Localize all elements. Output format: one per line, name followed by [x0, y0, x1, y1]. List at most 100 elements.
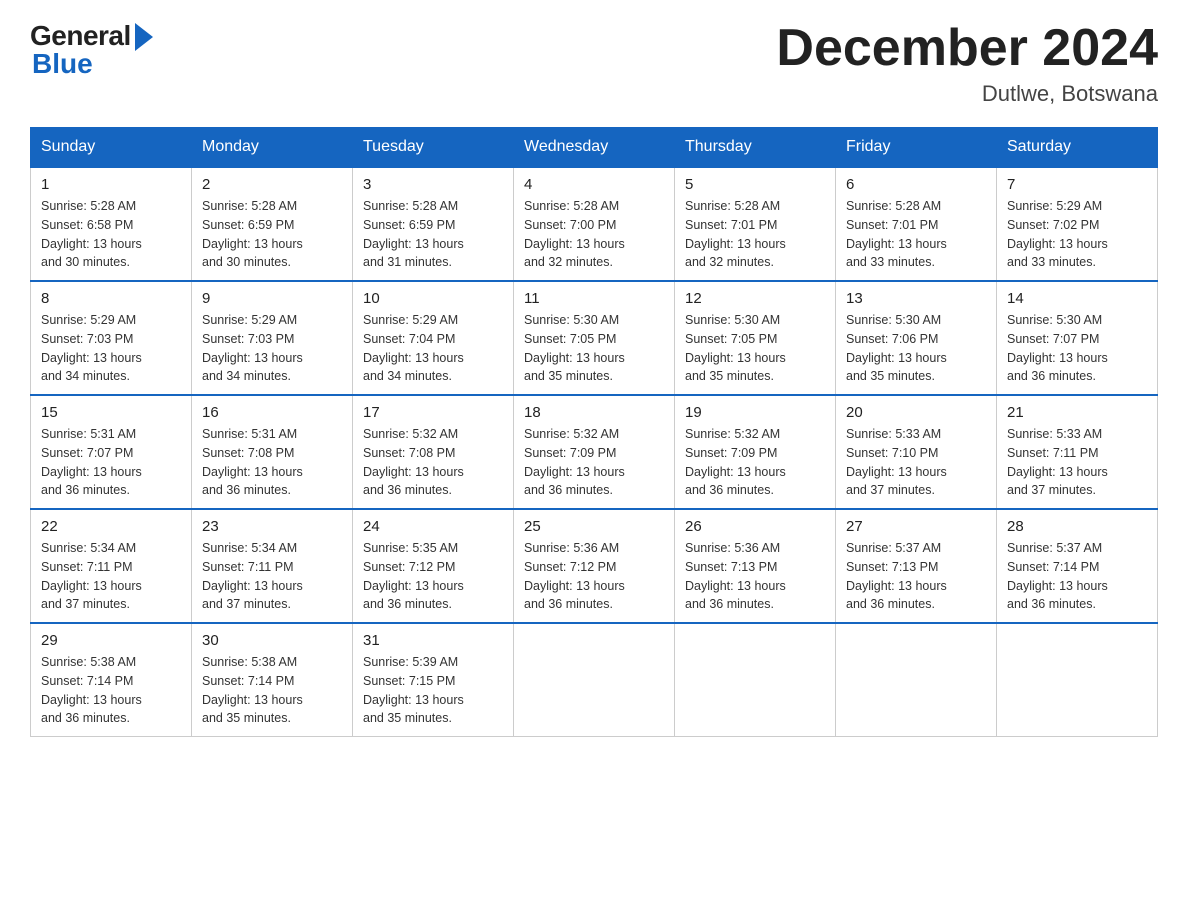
day-number: 20	[846, 404, 986, 421]
page-header: General Blue December 2024 Dutlwe, Botsw…	[30, 20, 1158, 107]
day-number: 24	[363, 518, 503, 535]
calendar-week-row: 15 Sunrise: 5:31 AM Sunset: 7:07 PM Dayl…	[31, 395, 1158, 509]
calendar-cell	[675, 623, 836, 737]
calendar-cell: 10 Sunrise: 5:29 AM Sunset: 7:04 PM Dayl…	[353, 281, 514, 395]
day-number: 8	[41, 290, 181, 307]
day-info: Sunrise: 5:30 AM Sunset: 7:05 PM Dayligh…	[685, 311, 825, 386]
day-info: Sunrise: 5:32 AM Sunset: 7:09 PM Dayligh…	[685, 425, 825, 500]
day-number: 4	[524, 176, 664, 193]
day-header-monday: Monday	[192, 128, 353, 168]
calendar-cell: 30 Sunrise: 5:38 AM Sunset: 7:14 PM Dayl…	[192, 623, 353, 737]
calendar-cell: 12 Sunrise: 5:30 AM Sunset: 7:05 PM Dayl…	[675, 281, 836, 395]
day-number: 1	[41, 176, 181, 193]
calendar-cell	[997, 623, 1158, 737]
day-number: 9	[202, 290, 342, 307]
calendar-cell: 4 Sunrise: 5:28 AM Sunset: 7:00 PM Dayli…	[514, 167, 675, 281]
logo: General Blue	[30, 20, 153, 80]
calendar-cell: 22 Sunrise: 5:34 AM Sunset: 7:11 PM Dayl…	[31, 509, 192, 623]
location-text: Dutlwe, Botswana	[776, 81, 1158, 107]
day-info: Sunrise: 5:32 AM Sunset: 7:09 PM Dayligh…	[524, 425, 664, 500]
day-number: 22	[41, 518, 181, 535]
calendar-cell: 29 Sunrise: 5:38 AM Sunset: 7:14 PM Dayl…	[31, 623, 192, 737]
title-section: December 2024 Dutlwe, Botswana	[776, 20, 1158, 107]
day-number: 29	[41, 632, 181, 649]
day-info: Sunrise: 5:33 AM Sunset: 7:10 PM Dayligh…	[846, 425, 986, 500]
calendar-cell: 3 Sunrise: 5:28 AM Sunset: 6:59 PM Dayli…	[353, 167, 514, 281]
month-title: December 2024	[776, 20, 1158, 77]
calendar-cell: 11 Sunrise: 5:30 AM Sunset: 7:05 PM Dayl…	[514, 281, 675, 395]
day-info: Sunrise: 5:37 AM Sunset: 7:14 PM Dayligh…	[1007, 539, 1147, 614]
day-number: 26	[685, 518, 825, 535]
day-info: Sunrise: 5:31 AM Sunset: 7:08 PM Dayligh…	[202, 425, 342, 500]
day-number: 15	[41, 404, 181, 421]
day-info: Sunrise: 5:28 AM Sunset: 6:59 PM Dayligh…	[363, 197, 503, 272]
day-number: 30	[202, 632, 342, 649]
calendar-cell: 18 Sunrise: 5:32 AM Sunset: 7:09 PM Dayl…	[514, 395, 675, 509]
day-info: Sunrise: 5:29 AM Sunset: 7:04 PM Dayligh…	[363, 311, 503, 386]
day-info: Sunrise: 5:28 AM Sunset: 7:00 PM Dayligh…	[524, 197, 664, 272]
calendar-cell: 2 Sunrise: 5:28 AM Sunset: 6:59 PM Dayli…	[192, 167, 353, 281]
calendar-cell: 16 Sunrise: 5:31 AM Sunset: 7:08 PM Dayl…	[192, 395, 353, 509]
day-info: Sunrise: 5:28 AM Sunset: 7:01 PM Dayligh…	[846, 197, 986, 272]
calendar-cell: 5 Sunrise: 5:28 AM Sunset: 7:01 PM Dayli…	[675, 167, 836, 281]
day-info: Sunrise: 5:28 AM Sunset: 7:01 PM Dayligh…	[685, 197, 825, 272]
day-info: Sunrise: 5:29 AM Sunset: 7:03 PM Dayligh…	[41, 311, 181, 386]
logo-blue-text: Blue	[32, 48, 93, 80]
day-number: 6	[846, 176, 986, 193]
day-info: Sunrise: 5:33 AM Sunset: 7:11 PM Dayligh…	[1007, 425, 1147, 500]
calendar-cell	[836, 623, 997, 737]
calendar-cell: 27 Sunrise: 5:37 AM Sunset: 7:13 PM Dayl…	[836, 509, 997, 623]
day-number: 3	[363, 176, 503, 193]
calendar-header-row: SundayMondayTuesdayWednesdayThursdayFrid…	[31, 128, 1158, 168]
calendar-cell: 23 Sunrise: 5:34 AM Sunset: 7:11 PM Dayl…	[192, 509, 353, 623]
day-info: Sunrise: 5:34 AM Sunset: 7:11 PM Dayligh…	[202, 539, 342, 614]
calendar-cell: 31 Sunrise: 5:39 AM Sunset: 7:15 PM Dayl…	[353, 623, 514, 737]
day-number: 10	[363, 290, 503, 307]
day-header-friday: Friday	[836, 128, 997, 168]
day-number: 13	[846, 290, 986, 307]
calendar-week-row: 8 Sunrise: 5:29 AM Sunset: 7:03 PM Dayli…	[31, 281, 1158, 395]
day-info: Sunrise: 5:30 AM Sunset: 7:06 PM Dayligh…	[846, 311, 986, 386]
calendar-cell: 1 Sunrise: 5:28 AM Sunset: 6:58 PM Dayli…	[31, 167, 192, 281]
day-number: 31	[363, 632, 503, 649]
calendar-cell: 15 Sunrise: 5:31 AM Sunset: 7:07 PM Dayl…	[31, 395, 192, 509]
day-number: 25	[524, 518, 664, 535]
day-info: Sunrise: 5:30 AM Sunset: 7:07 PM Dayligh…	[1007, 311, 1147, 386]
day-number: 7	[1007, 176, 1147, 193]
calendar-cell: 13 Sunrise: 5:30 AM Sunset: 7:06 PM Dayl…	[836, 281, 997, 395]
calendar-cell: 7 Sunrise: 5:29 AM Sunset: 7:02 PM Dayli…	[997, 167, 1158, 281]
day-info: Sunrise: 5:29 AM Sunset: 7:02 PM Dayligh…	[1007, 197, 1147, 272]
calendar-cell: 26 Sunrise: 5:36 AM Sunset: 7:13 PM Dayl…	[675, 509, 836, 623]
day-number: 23	[202, 518, 342, 535]
day-number: 17	[363, 404, 503, 421]
calendar-cell: 25 Sunrise: 5:36 AM Sunset: 7:12 PM Dayl…	[514, 509, 675, 623]
day-info: Sunrise: 5:34 AM Sunset: 7:11 PM Dayligh…	[41, 539, 181, 614]
calendar-cell: 21 Sunrise: 5:33 AM Sunset: 7:11 PM Dayl…	[997, 395, 1158, 509]
calendar-cell: 19 Sunrise: 5:32 AM Sunset: 7:09 PM Dayl…	[675, 395, 836, 509]
day-info: Sunrise: 5:35 AM Sunset: 7:12 PM Dayligh…	[363, 539, 503, 614]
calendar-table: SundayMondayTuesdayWednesdayThursdayFrid…	[30, 127, 1158, 737]
calendar-cell: 8 Sunrise: 5:29 AM Sunset: 7:03 PM Dayli…	[31, 281, 192, 395]
calendar-cell: 17 Sunrise: 5:32 AM Sunset: 7:08 PM Dayl…	[353, 395, 514, 509]
day-info: Sunrise: 5:28 AM Sunset: 6:59 PM Dayligh…	[202, 197, 342, 272]
day-info: Sunrise: 5:30 AM Sunset: 7:05 PM Dayligh…	[524, 311, 664, 386]
calendar-cell: 14 Sunrise: 5:30 AM Sunset: 7:07 PM Dayl…	[997, 281, 1158, 395]
day-header-saturday: Saturday	[997, 128, 1158, 168]
day-number: 27	[846, 518, 986, 535]
day-info: Sunrise: 5:32 AM Sunset: 7:08 PM Dayligh…	[363, 425, 503, 500]
calendar-week-row: 1 Sunrise: 5:28 AM Sunset: 6:58 PM Dayli…	[31, 167, 1158, 281]
calendar-week-row: 29 Sunrise: 5:38 AM Sunset: 7:14 PM Dayl…	[31, 623, 1158, 737]
day-header-wednesday: Wednesday	[514, 128, 675, 168]
calendar-cell: 28 Sunrise: 5:37 AM Sunset: 7:14 PM Dayl…	[997, 509, 1158, 623]
day-info: Sunrise: 5:38 AM Sunset: 7:14 PM Dayligh…	[202, 653, 342, 728]
day-number: 19	[685, 404, 825, 421]
day-info: Sunrise: 5:29 AM Sunset: 7:03 PM Dayligh…	[202, 311, 342, 386]
day-info: Sunrise: 5:31 AM Sunset: 7:07 PM Dayligh…	[41, 425, 181, 500]
calendar-cell	[514, 623, 675, 737]
calendar-cell: 6 Sunrise: 5:28 AM Sunset: 7:01 PM Dayli…	[836, 167, 997, 281]
logo-arrow-icon	[135, 23, 153, 51]
day-number: 11	[524, 290, 664, 307]
day-number: 12	[685, 290, 825, 307]
day-number: 16	[202, 404, 342, 421]
day-number: 18	[524, 404, 664, 421]
